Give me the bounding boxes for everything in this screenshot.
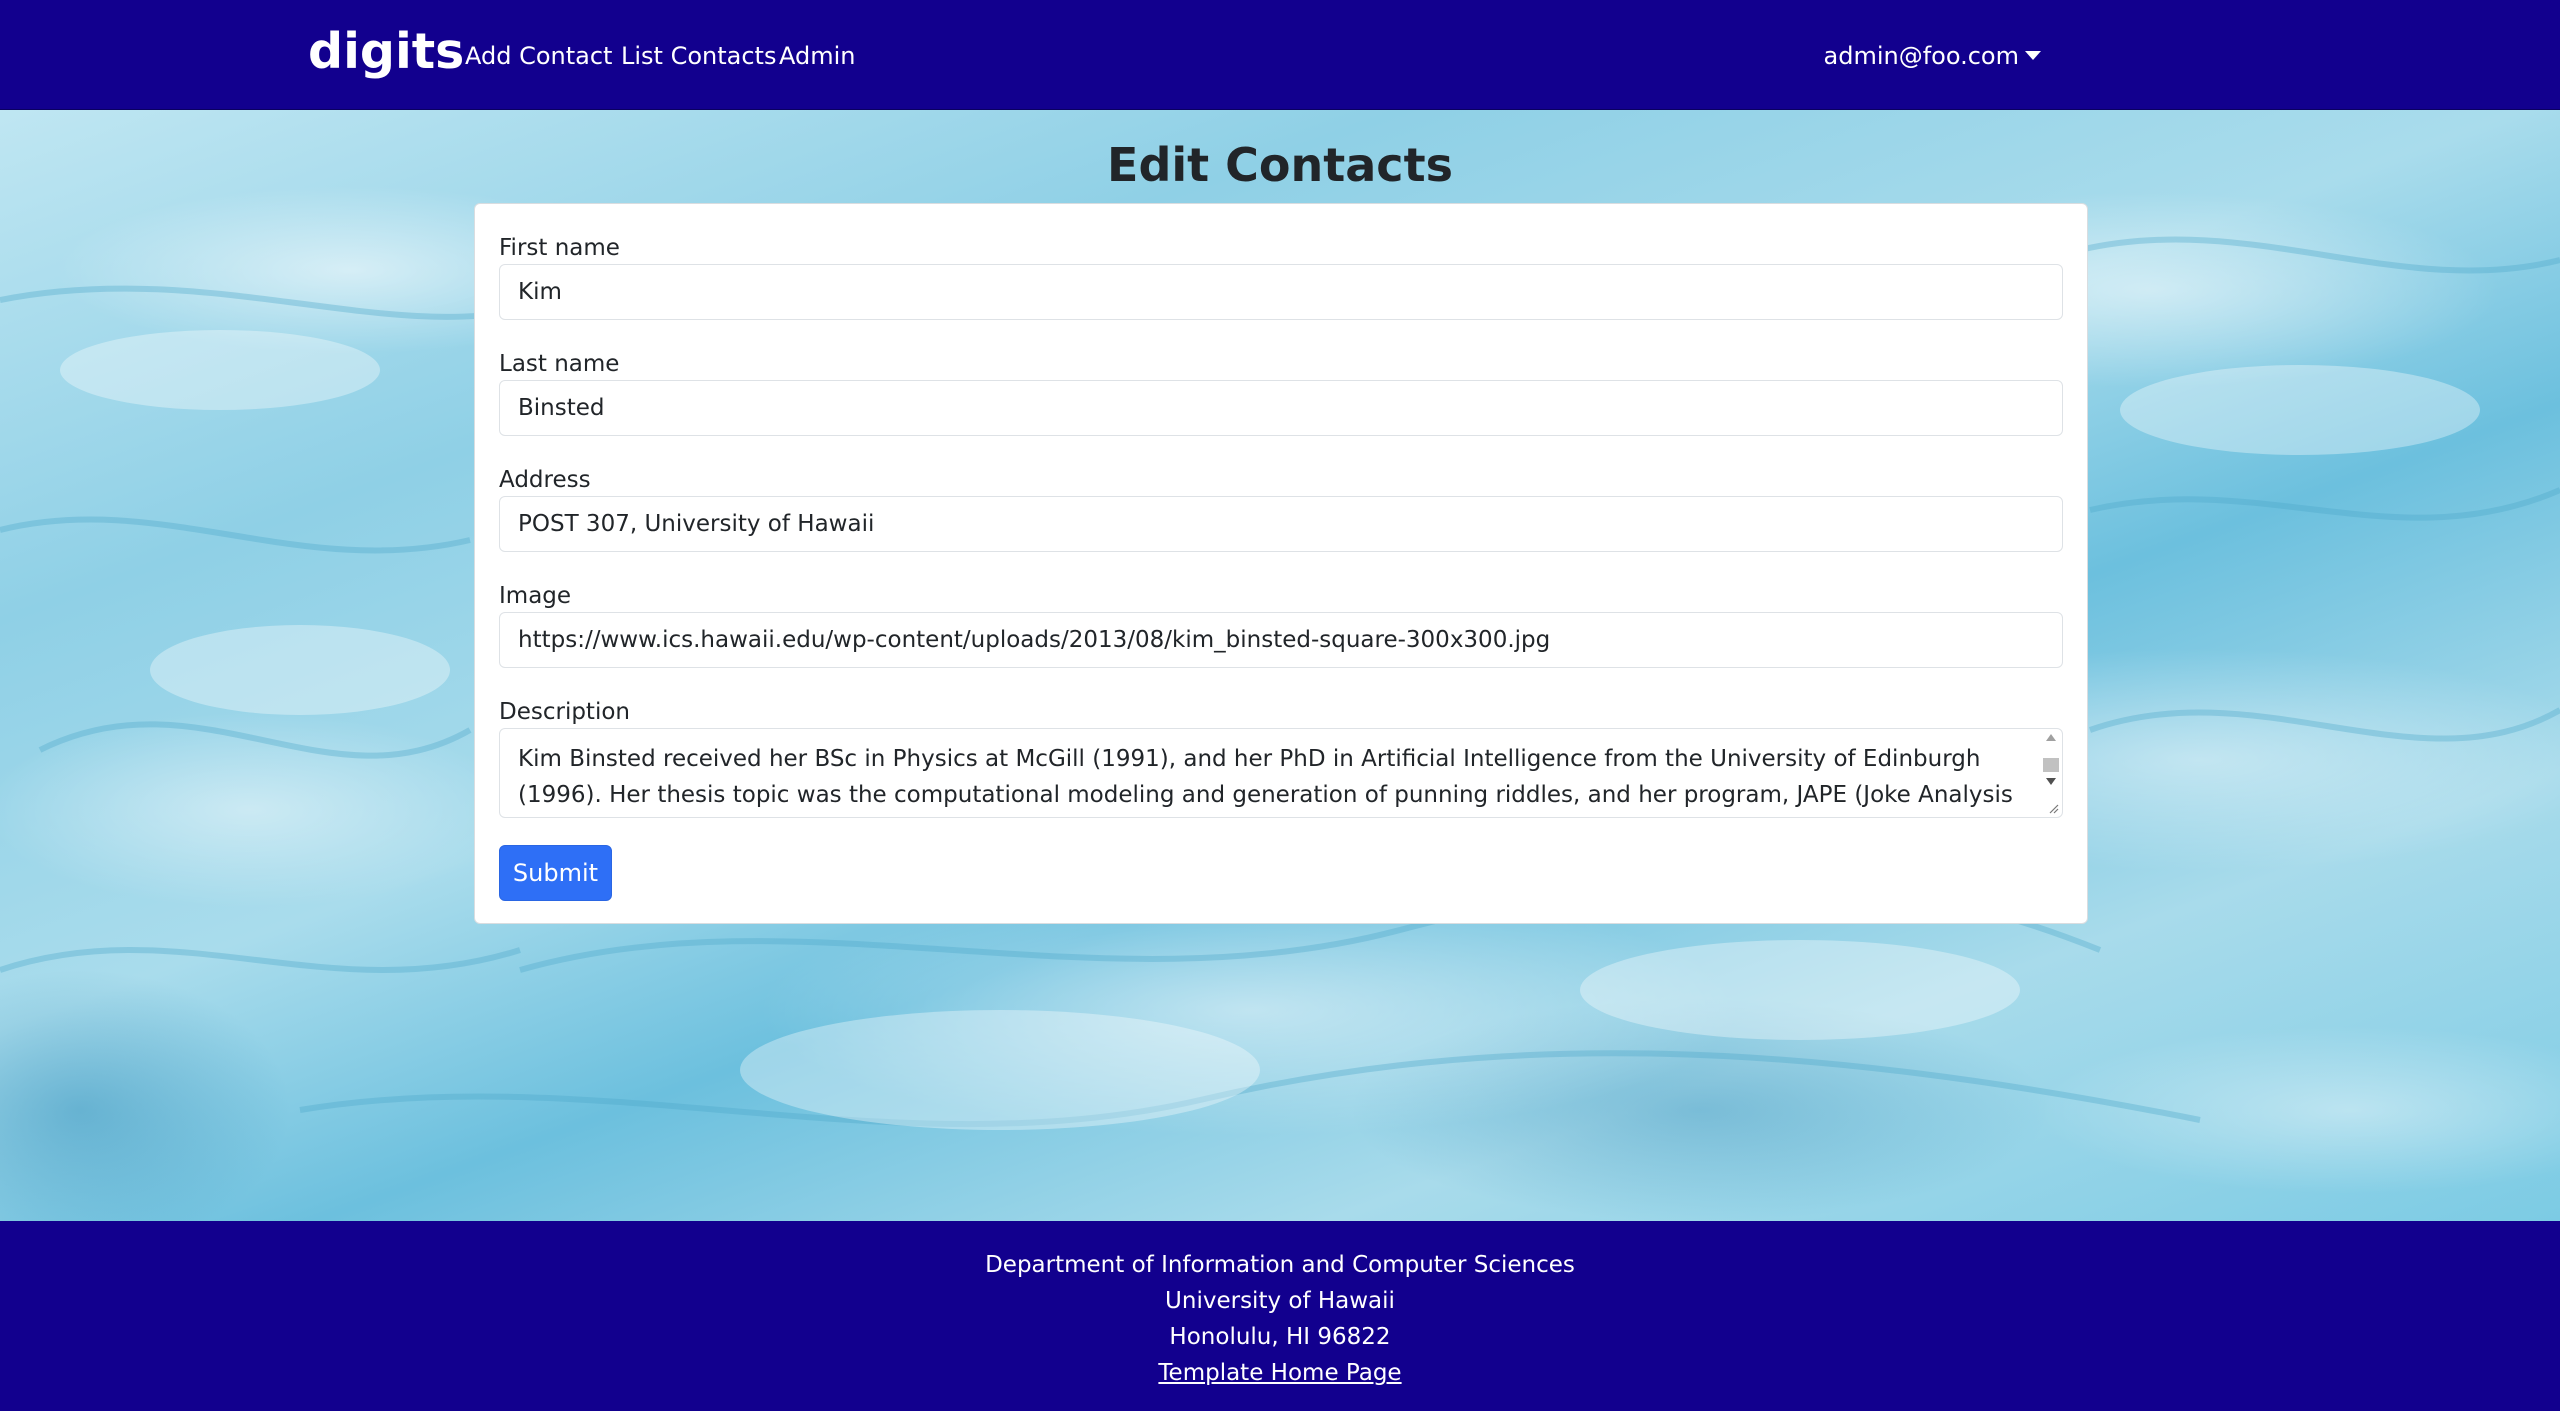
first-name-field[interactable] [499,264,2063,320]
footer: Department of Information and Computer S… [0,1221,2560,1411]
resize-handle-icon[interactable] [2049,804,2059,814]
brand-logo[interactable]: digits [308,20,464,84]
description-scrollbar[interactable] [2039,728,2061,814]
last-name-label: Last name [499,351,620,377]
submit-button[interactable]: Submit [499,845,612,901]
address-field[interactable] [499,496,2063,552]
address-label: Address [499,467,591,493]
nav-admin[interactable]: Admin [779,38,856,74]
scroll-up-arrow-icon[interactable] [2046,734,2056,741]
user-dropdown[interactable]: admin@foo.com [1824,38,2041,74]
first-name-label: First name [499,235,620,261]
image-label: Image [499,583,572,609]
nav-list-contacts[interactable]: List Contacts [621,38,776,74]
page-title: Edit Contacts [1107,138,1453,192]
navbar: digits Add Contact List Contacts Admin a… [0,0,2560,110]
footer-link-row: Template Home Page [0,1355,2560,1391]
template-home-link[interactable]: Template Home Page [1158,1360,1401,1386]
last-name-field[interactable] [499,380,2063,436]
description-field[interactable]: Kim Binsted received her BSc in Physics … [499,728,2063,818]
image-url-field[interactable] [499,612,2063,668]
nav-add-contact[interactable]: Add Contact [465,38,612,74]
footer-department: Department of Information and Computer S… [985,1252,1575,1278]
chevron-down-icon [2025,51,2041,60]
scrollbar-thumb[interactable] [2043,758,2059,772]
user-email: admin@foo.com [1823,42,2019,70]
scroll-down-arrow-icon[interactable] [2046,778,2056,785]
footer-location: Honolulu, HI 96822 [1169,1324,1391,1350]
footer-university: University of Hawaii [1165,1288,1395,1314]
description-label: Description [499,699,630,725]
edit-contact-form: First name Last name Address Image Descr… [474,203,2088,924]
